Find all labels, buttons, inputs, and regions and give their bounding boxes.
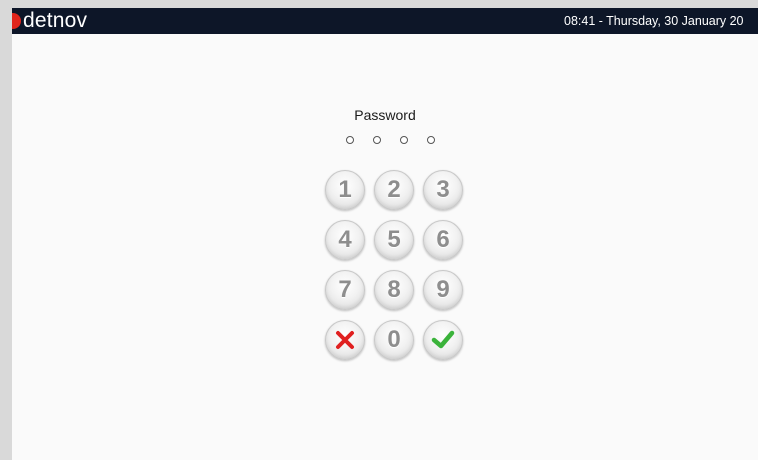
x-icon [336, 331, 354, 349]
key-2-button[interactable]: 2 [374, 170, 414, 210]
detnov-logo: detnov [12, 9, 87, 33]
confirm-button[interactable] [423, 320, 463, 360]
key-4-label: 4 [338, 226, 352, 253]
cancel-button[interactable] [325, 320, 365, 360]
key-5-label: 5 [387, 226, 401, 253]
keypad: 1 2 3 4 5 6 7 8 9 0 [325, 170, 469, 360]
key-6-button[interactable]: 6 [423, 220, 463, 260]
top-bar: detnov 08:41 - Thursday, 30 January 20 [12, 8, 758, 34]
key-4-button[interactable]: 4 [325, 220, 365, 260]
key-1-button[interactable]: 1 [325, 170, 365, 210]
app-window: detnov 08:41 - Thursday, 30 January 20 P… [12, 8, 758, 460]
logo-text: detnov [23, 9, 88, 32]
key-3-label: 3 [436, 176, 450, 203]
pin-dot [400, 136, 408, 144]
key-7-button[interactable]: 7 [325, 270, 365, 310]
key-2-label: 2 [387, 176, 401, 203]
key-6-label: 6 [436, 226, 450, 253]
pin-indicator [346, 136, 435, 144]
key-7-label: 7 [338, 276, 352, 303]
key-1-label: 1 [338, 176, 352, 203]
pin-dot [427, 136, 435, 144]
key-9-label: 9 [436, 276, 450, 303]
pin-dot [373, 136, 381, 144]
date-time: 08:41 - Thursday, 30 January 20 [564, 14, 744, 28]
logo-dot [12, 13, 21, 29]
key-3-button[interactable]: 3 [423, 170, 463, 210]
key-8-button[interactable]: 8 [374, 270, 414, 310]
key-9-button[interactable]: 9 [423, 270, 463, 310]
key-0-label: 0 [387, 326, 401, 353]
check-icon [431, 330, 455, 349]
key-8-label: 8 [387, 276, 401, 303]
key-0-button[interactable]: 0 [374, 320, 414, 360]
key-5-button[interactable]: 5 [374, 220, 414, 260]
pin-dot [346, 136, 354, 144]
password-label: Password [354, 107, 416, 123]
